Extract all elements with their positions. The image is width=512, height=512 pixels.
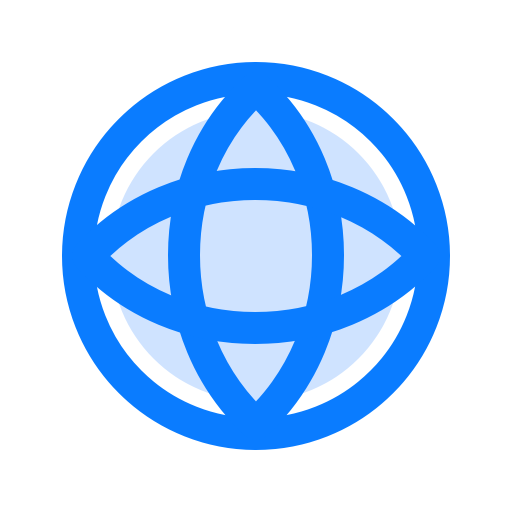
globe-icon (62, 62, 450, 450)
icon-canvas (0, 0, 512, 512)
globe-fill (111, 111, 401, 401)
